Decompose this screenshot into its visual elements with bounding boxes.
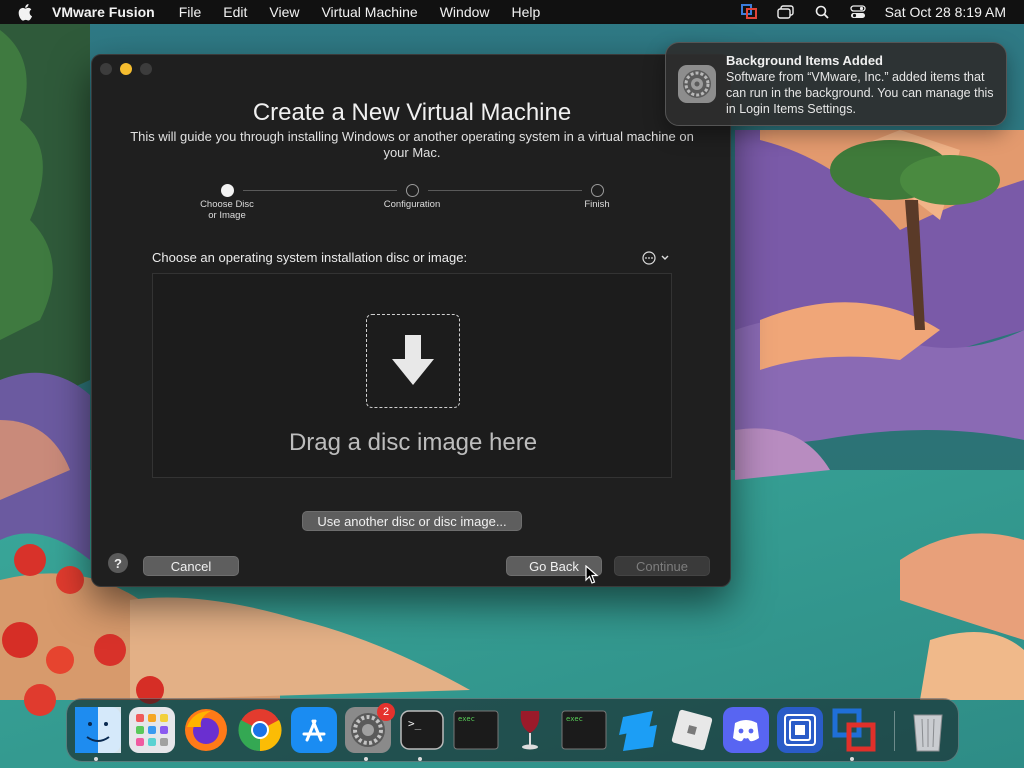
exec-icon[interactable]: exec — [453, 707, 499, 753]
step-indicator-active — [220, 184, 234, 197]
more-options-button[interactable] — [642, 251, 670, 265]
running-indicator — [418, 757, 422, 761]
dock: 2 >_ exec exec — [66, 698, 959, 762]
menu-app-name[interactable]: VMware Fusion — [52, 4, 155, 20]
exec-label: exec — [458, 715, 475, 723]
mouse-pointer-icon — [585, 565, 599, 584]
step-label: Finish — [584, 199, 610, 210]
menu-help[interactable]: Help — [512, 4, 541, 20]
page-title: Create a New Virtual Machine — [252, 99, 572, 126]
page-subtitle: This will guide you through installing W… — [130, 129, 694, 160]
apple-logo-icon[interactable] — [18, 3, 34, 21]
disc-image-drop-zone[interactable]: Drag a disc image here — [152, 273, 672, 478]
window-switcher-icon[interactable] — [777, 4, 795, 20]
minimize-window-button[interactable] — [120, 63, 132, 75]
system-settings-gear-icon — [678, 65, 716, 103]
step-indicator — [590, 184, 604, 197]
menu-file[interactable]: File — [179, 4, 202, 20]
ellipsis-circle-icon — [642, 251, 656, 265]
step-finish: Finish — [552, 184, 642, 210]
dock-separator — [894, 711, 895, 751]
step-indicator — [405, 184, 419, 197]
system-settings-icon[interactable]: 2 — [345, 703, 395, 753]
roblox-studio-icon[interactable] — [615, 707, 661, 753]
terminal-icon[interactable]: >_ — [399, 707, 445, 753]
new-vm-assistant-window: Create a New Virtual Machine This will g… — [91, 54, 731, 587]
launchpad-icon[interactable] — [129, 707, 175, 753]
exec-icon[interactable]: exec — [561, 707, 607, 753]
notification-badge: 2 — [377, 703, 395, 721]
svg-text:>_: >_ — [408, 717, 422, 730]
cancel-button[interactable]: Cancel — [143, 556, 239, 576]
chevron-down-icon — [661, 255, 669, 260]
menu-virtual-machine[interactable]: Virtual Machine — [321, 4, 417, 20]
trash-icon[interactable] — [905, 707, 951, 753]
roblox-icon[interactable] — [669, 707, 715, 753]
setup-stepper: Choose Disc or Image Configuration Finis… — [192, 184, 632, 228]
menu-bar: VMware Fusion File Edit View Virtual Mac… — [0, 0, 1024, 24]
exec-label: exec — [566, 715, 583, 723]
step-label: Configuration — [383, 199, 441, 210]
wine-icon[interactable] — [507, 707, 553, 753]
choose-os-label: Choose an operating system installation … — [152, 250, 468, 265]
running-indicator — [94, 757, 98, 761]
zoom-window-button[interactable] — [140, 63, 152, 75]
download-arrow-icon — [392, 335, 434, 385]
step-label: Choose Disc or Image — [200, 199, 254, 221]
notification-title: Background Items Added — [726, 53, 883, 68]
running-indicator — [364, 757, 368, 761]
vmware-status-icon[interactable] — [741, 4, 759, 20]
drop-target-box — [366, 314, 460, 408]
app-store-icon[interactable] — [291, 707, 337, 753]
background-items-notification[interactable]: Background Items Added Software from “VM… — [665, 42, 1007, 126]
window-controls — [100, 63, 160, 75]
menu-edit[interactable]: Edit — [223, 4, 247, 20]
drop-zone-text: Drag a disc image here — [288, 429, 538, 456]
continue-button[interactable]: Continue — [614, 556, 710, 576]
vmware-fusion-icon[interactable] — [831, 707, 877, 753]
discord-icon[interactable] — [723, 707, 769, 753]
chrome-icon[interactable] — [237, 707, 283, 753]
close-window-button[interactable] — [100, 63, 112, 75]
menu-window[interactable]: Window — [440, 4, 490, 20]
menu-view[interactable]: View — [269, 4, 299, 20]
use-another-disc-button[interactable]: Use another disc or disc image... — [302, 511, 522, 531]
running-indicator — [850, 757, 854, 761]
step-choose-disc: Choose Disc or Image — [182, 184, 272, 221]
vnc-icon[interactable] — [777, 707, 823, 753]
control-center-icon[interactable] — [849, 4, 867, 20]
step-configuration: Configuration — [367, 184, 457, 210]
help-button[interactable]: ? — [108, 553, 128, 573]
finder-icon[interactable] — [75, 707, 121, 753]
notification-body: Software from “VMware, Inc.” added items… — [726, 70, 994, 116]
menu-bar-clock[interactable]: Sat Oct 28 8:19 AM — [885, 4, 1006, 20]
spotlight-search-icon[interactable] — [813, 4, 831, 20]
firefox-icon[interactable] — [183, 707, 229, 753]
